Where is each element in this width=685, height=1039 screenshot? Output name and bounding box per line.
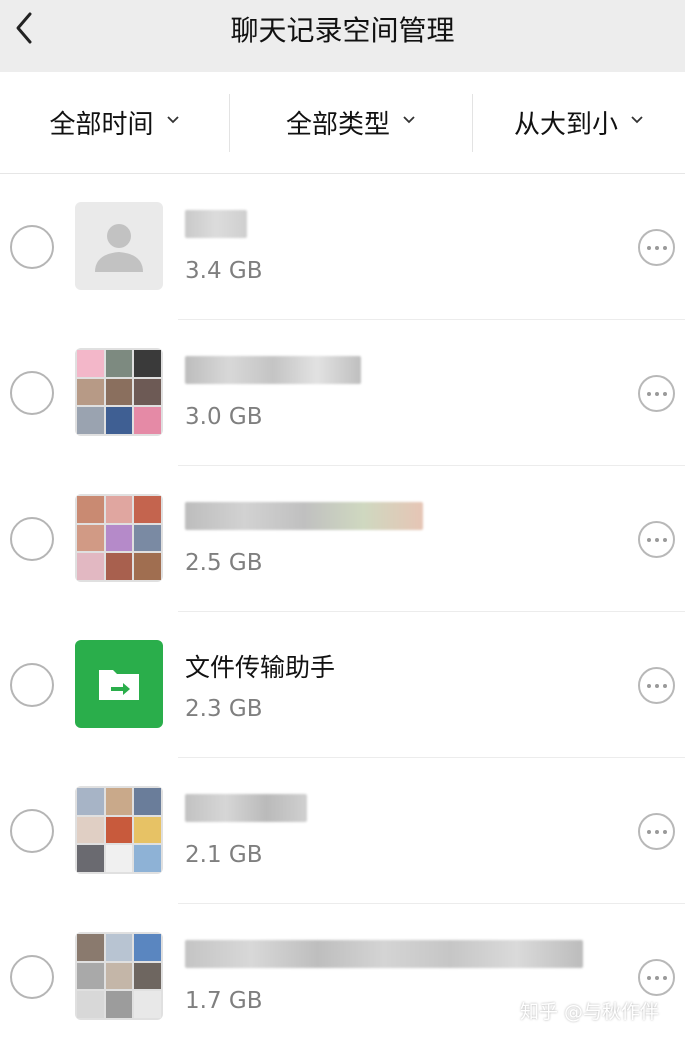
more-options-button[interactable] (638, 667, 675, 704)
chevron-down-icon (166, 116, 179, 124)
select-radio[interactable] (10, 663, 54, 707)
list-item[interactable]: 3.0 GB (0, 320, 685, 466)
avatar (75, 202, 163, 290)
filter-bar: 全部时间 全部类型 从大到小 (0, 72, 685, 174)
filter-sort-label: 从大到小 (513, 109, 618, 140)
blurred-name (185, 210, 247, 238)
blurred-name (185, 502, 423, 530)
storage-size: 3.4 GB (185, 258, 263, 284)
list-item[interactable]: 2.1 GB (0, 758, 685, 904)
filter-sort-dropdown[interactable]: 从大到小 (473, 72, 685, 172)
chevron-down-icon (403, 116, 415, 124)
chat-name (185, 940, 583, 974)
more-options-button[interactable] (638, 521, 675, 558)
chat-name: 文件传输助手 (185, 653, 336, 682)
group-avatar (75, 494, 163, 582)
chat-name (185, 210, 247, 244)
blurred-name (185, 356, 361, 384)
chat-name (185, 356, 361, 390)
chevron-down-icon (631, 116, 643, 124)
storage-size: 2.5 GB (185, 550, 263, 576)
page-title: 聊天记录空间管理 (230, 14, 455, 47)
select-radio[interactable] (10, 225, 54, 269)
group-avatar (75, 348, 163, 436)
default-contact-icon (95, 224, 143, 272)
filter-type-dropdown[interactable]: 全部类型 (230, 72, 472, 172)
select-radio[interactable] (10, 809, 54, 853)
filter-time-label: 全部时间 (49, 109, 154, 140)
filter-type-label: 全部类型 (285, 109, 390, 140)
avatar (75, 640, 163, 728)
watermark: 知乎 @与秋作伴 (520, 1001, 660, 1023)
list-item[interactable]: 2.5 GB (0, 466, 685, 612)
select-radio[interactable] (10, 955, 54, 999)
group-avatar (75, 932, 163, 1020)
more-options-button[interactable] (638, 813, 675, 850)
select-radio[interactable] (10, 517, 54, 561)
filter-time-dropdown[interactable]: 全部时间 (0, 72, 229, 172)
list-item[interactable]: 文件传输助手 2.3 GB (0, 612, 685, 758)
navigation-bar: 聊天记录空间管理 (0, 0, 685, 72)
storage-size: 2.3 GB (185, 696, 263, 722)
more-options-button[interactable] (638, 375, 675, 412)
blurred-name (185, 940, 583, 968)
file-transfer-icon (99, 670, 139, 700)
blurred-name (185, 794, 307, 822)
chat-name (185, 502, 423, 536)
more-options-button[interactable] (638, 229, 675, 266)
list-item[interactable]: 3.4 GB (0, 174, 685, 320)
group-avatar (75, 786, 163, 874)
storage-size: 2.1 GB (185, 842, 263, 868)
storage-size: 3.0 GB (185, 404, 263, 430)
select-radio[interactable] (10, 371, 54, 415)
more-options-button[interactable] (638, 959, 675, 996)
chat-name (185, 794, 307, 828)
storage-size: 1.7 GB (185, 988, 263, 1014)
